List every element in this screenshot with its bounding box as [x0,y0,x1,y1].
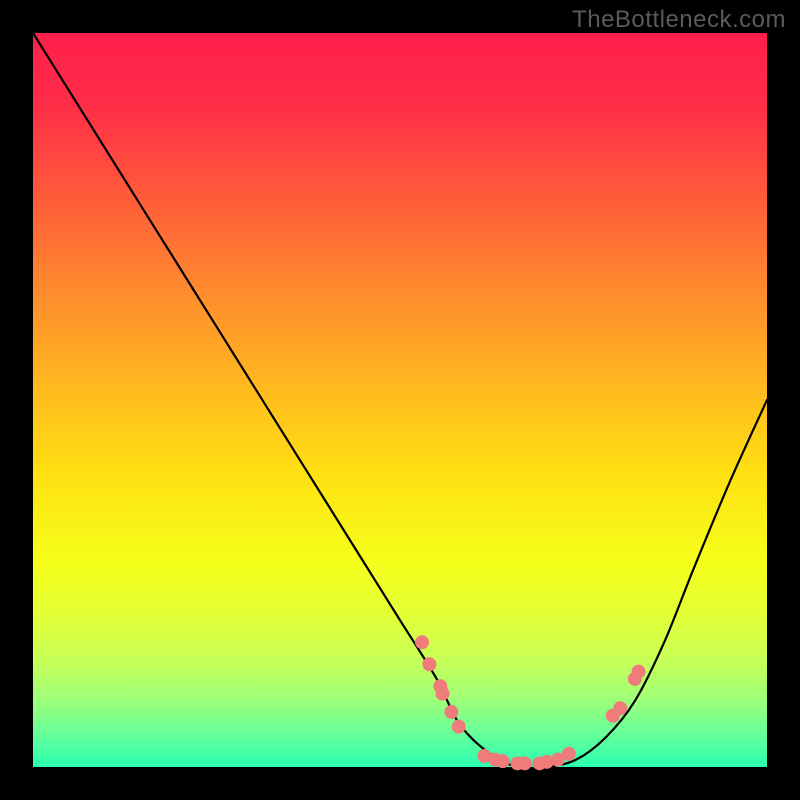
highlight-point [613,701,627,715]
highlight-point [496,754,510,768]
chart-stage: TheBottleneck.com [0,0,800,800]
highlight-point [452,720,466,734]
chart-svg [0,0,800,800]
highlight-point [415,635,429,649]
highlight-point [518,756,532,770]
highlight-point [436,687,450,701]
watermark-text: TheBottleneck.com [572,6,786,34]
highlight-point [562,747,576,761]
highlight-point [444,705,458,719]
highlight-point [422,657,436,671]
highlight-point [632,665,646,679]
